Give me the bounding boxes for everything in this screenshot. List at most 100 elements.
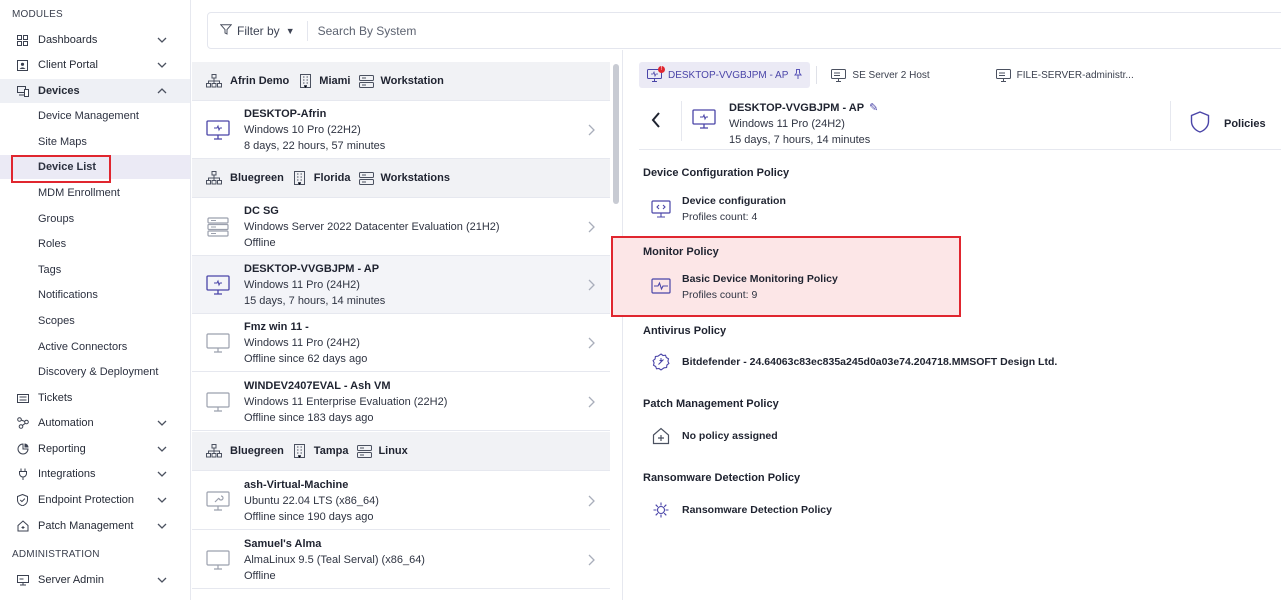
sidebar-sub-notifications[interactable]: Notifications (0, 283, 190, 307)
sidebar-item-label: Devices (38, 85, 80, 97)
workstation-online-icon (692, 109, 716, 132)
workstation-offline-icon (206, 391, 230, 412)
shield-icon (16, 494, 29, 507)
plug-icon (16, 468, 29, 481)
chevron-right-icon (584, 124, 598, 136)
reporting-icon (16, 443, 29, 456)
client-tree-icon (206, 170, 222, 186)
chevron-right-icon (584, 495, 598, 507)
tab-se-server-2-host[interactable]: SE Server 2 Host (823, 62, 937, 88)
back-arrow-icon[interactable] (651, 111, 661, 132)
device-title: DESKTOP-VVGBJPM - AP ✎ (729, 101, 878, 114)
device-row[interactable]: Fmz win 11 - Windows 11 Pro (24H2) Offli… (192, 314, 610, 372)
edit-pencil-icon[interactable]: ✎ (869, 102, 878, 114)
policy-item-device-configuration[interactable]: Device configuration Profiles count: 4 (643, 193, 1281, 225)
patch-icon (16, 520, 29, 533)
workstation-online-icon (206, 119, 230, 140)
policies-button[interactable]: Policies (1224, 118, 1266, 130)
sidebar-item-dashboards[interactable]: Dashboards (0, 28, 190, 52)
tab-label: SE Server 2 Host (852, 69, 930, 81)
sidebar-item-label: Automation (38, 417, 94, 429)
site-building-icon (292, 443, 308, 459)
device-detail-os: Windows 11 Pro (24H2) (729, 118, 845, 130)
workstation-offline-icon (206, 332, 230, 353)
policy-item-antivirus[interactable]: Bitdefender - 24.64063c83ec835a245d0a03e… (643, 352, 1281, 372)
antivirus-icon (651, 352, 671, 372)
group-site-name: Miami (319, 75, 351, 87)
tab-desktop-vvgbjpm[interactable]: ! DESKTOP-VVGBJPM - AP (639, 62, 811, 88)
device-os: AlmaLinux 9.5 (Teal Serval) (x86_64) (244, 553, 425, 566)
filter-by-dropdown[interactable]: Filter by ▼ (219, 24, 295, 38)
policy-item-monitor[interactable]: Basic Device Monitoring Policy Profiles … (643, 271, 1281, 303)
sidebar-sub-tags[interactable]: Tags (0, 258, 190, 282)
device-os: Windows 10 Pro (22H2) (244, 123, 361, 136)
sidebar-sub-groups[interactable]: Groups (0, 207, 190, 231)
sidebar-item-integrations[interactable]: Integrations (0, 462, 190, 486)
chevron-down-icon (156, 577, 168, 583)
policies-shield-icon[interactable] (1190, 111, 1210, 136)
tab-file-server[interactable]: FILE-SERVER-administr... (988, 62, 1142, 88)
device-type-icon (356, 443, 372, 459)
pin-icon[interactable] (794, 68, 803, 82)
sidebar-item-server-admin[interactable]: Server Admin (0, 568, 190, 592)
sidebar-item-label: Client Portal (38, 59, 98, 71)
chevron-up-icon (156, 88, 168, 94)
device-status: Offline since 183 days ago (244, 411, 374, 424)
policy-section-title: Monitor Policy (643, 246, 719, 258)
device-row[interactable]: ash-Virtual-Machine Ubuntu 22.04 LTS (x8… (192, 472, 610, 530)
group-type-name: Workstation (380, 75, 444, 87)
chevron-down-icon (156, 523, 168, 529)
header-divider (681, 101, 682, 141)
sidebar-sub-active-connectors[interactable]: Active Connectors (0, 335, 190, 359)
sidebar-item-patch-management[interactable]: Patch Management (0, 514, 190, 538)
sidebar-item-label: Endpoint Protection (38, 494, 135, 506)
policy-item-ransomware[interactable]: Ransomware Detection Policy (643, 500, 1281, 520)
server-admin-icon (16, 574, 29, 587)
chevron-down-icon (156, 471, 168, 477)
group-header[interactable]: Bluegreen Tampa Linux (192, 432, 610, 471)
chevron-down-icon (156, 497, 168, 503)
sidebar-item-client-portal[interactable]: Client Portal (0, 53, 190, 77)
sidebar-sub-site-maps[interactable]: Site Maps (0, 130, 190, 154)
device-row[interactable]: DESKTOP-Afrin Windows 10 Pro (22H2) 8 da… (192, 101, 610, 159)
sidebar-sub-scopes[interactable]: Scopes (0, 309, 190, 333)
administration-section-label: ADMINISTRATION (12, 549, 100, 560)
sidebar-sub-discovery-deployment[interactable]: Discovery & Deployment (0, 360, 190, 384)
device-row[interactable]: DC SG Windows Server 2022 Datacenter Eva… (192, 198, 610, 256)
device-os: Ubuntu 22.04 LTS (x86_64) (244, 494, 379, 507)
chevron-right-icon (584, 554, 598, 566)
sidebar-sub-device-management[interactable]: Device Management (0, 104, 190, 128)
dashboard-icon (16, 34, 29, 47)
group-header[interactable]: Bluegreen Florida Workstations (192, 159, 610, 198)
sidebar-sub-roles[interactable]: Roles (0, 232, 190, 256)
policy-item-patch-management[interactable]: No policy assigned (643, 426, 1281, 446)
device-row-selected[interactable]: DESKTOP-VVGBJPM - AP Windows 11 Pro (24H… (192, 256, 610, 314)
tab-divider (816, 66, 818, 84)
sidebar-sub-label: Notifications (38, 289, 98, 301)
sidebar-item-automation[interactable]: Automation (0, 411, 190, 435)
sidebar-item-label: Tickets (38, 392, 73, 404)
workstation-alert-icon: ! (647, 65, 665, 82)
sidebar-sub-label: Discovery & Deployment (38, 366, 159, 378)
device-tabs: ! DESKTOP-VVGBJPM - AP SE Server 2 Host … (639, 62, 1142, 88)
device-list-highlight-box (11, 155, 111, 183)
sidebar-sub-mdm-enrollment[interactable]: MDM Enrollment (0, 181, 190, 205)
group-site-name: Florida (313, 172, 351, 184)
sidebar-item-tickets[interactable]: Tickets (0, 386, 190, 410)
sidebar-item-devices[interactable]: Devices (0, 79, 190, 103)
device-list-scrollbar[interactable] (613, 64, 619, 204)
search-input[interactable] (317, 23, 618, 38)
sidebar-item-endpoint-protection[interactable]: Endpoint Protection (0, 488, 190, 512)
group-header[interactable]: Afrin Demo Miami Workstation (192, 62, 610, 101)
automation-icon (16, 417, 29, 430)
sidebar-item-reporting[interactable]: Reporting (0, 437, 190, 461)
chevron-down-icon (156, 37, 168, 43)
device-row[interactable]: Samuel's Alma AlmaLinux 9.5 (Teal Serval… (192, 531, 610, 589)
device-row[interactable]: WINDEV2407EVAL - Ash VM Windows 11 Enter… (192, 373, 610, 431)
alert-badge: ! (658, 65, 665, 73)
policy-name: Ransomware Detection Policy (682, 504, 832, 516)
client-tree-icon (206, 443, 222, 459)
chevron-down-icon (156, 420, 168, 426)
server-host-icon (995, 68, 1011, 82)
sidebar-item-label: Server Admin (38, 574, 105, 586)
